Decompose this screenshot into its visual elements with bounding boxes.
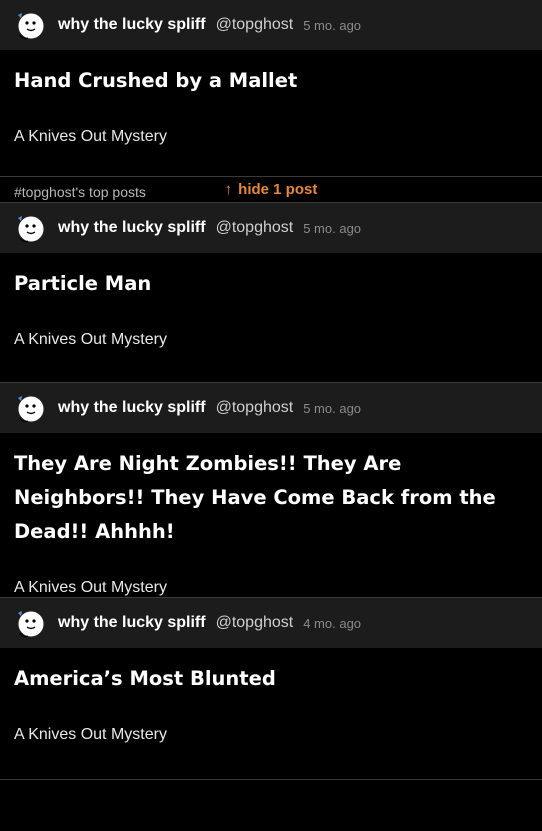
- post-header: why the lucky spliff @topghost 5 mo. ago: [0, 0, 542, 50]
- post-timestamp[interactable]: 5 mo. ago: [303, 18, 361, 33]
- post-timestamp[interactable]: 5 mo. ago: [303, 401, 361, 416]
- user-handle[interactable]: @topghost: [216, 219, 294, 237]
- avatar-icon[interactable]: [14, 9, 46, 41]
- post-title[interactable]: Particle Man: [14, 253, 528, 301]
- post-title[interactable]: America’s Most Blunted: [14, 648, 528, 696]
- user-handle[interactable]: @topghost: [216, 399, 294, 417]
- post-title[interactable]: Hand Crushed by a Mallet: [14, 50, 528, 98]
- post-timestamp[interactable]: 4 mo. ago: [303, 616, 361, 631]
- post-body: America’s Most Blunted A Knives Out Myst…: [0, 648, 542, 744]
- post-header: why the lucky spliff @topghost 4 mo. ago: [0, 598, 542, 648]
- hide-posts-label: hide 1 post: [238, 181, 318, 198]
- post-header: why the lucky spliff @topghost 5 mo. ago: [0, 383, 542, 433]
- avatar-icon[interactable]: [14, 392, 46, 424]
- post-card[interactable]: why the lucky spliff @topghost 4 mo. ago…: [0, 598, 542, 780]
- post-card[interactable]: why the lucky spliff @topghost 5 mo. ago…: [0, 203, 542, 383]
- post-subtitle: A Knives Out Mystery: [14, 331, 167, 348]
- post-body: Particle Man A Knives Out Mystery: [0, 253, 542, 349]
- arrow-up-icon: ↑: [224, 181, 233, 198]
- post-title[interactable]: They Are Night Zombies!! They Are Neighb…: [14, 433, 528, 549]
- display-name[interactable]: why the lucky spliff: [58, 399, 206, 417]
- display-name[interactable]: why the lucky spliff: [58, 614, 206, 632]
- avatar-icon[interactable]: [14, 212, 46, 244]
- avatar-icon[interactable]: [14, 607, 46, 639]
- post-header: why the lucky spliff @topghost 5 mo. ago: [0, 203, 542, 253]
- post-subtitle: A Knives Out Mystery: [14, 726, 167, 743]
- user-handle[interactable]: @topghost: [216, 16, 294, 34]
- post-card[interactable]: why the lucky spliff @topghost 5 mo. ago…: [0, 383, 542, 598]
- post-subtitle: A Knives Out Mystery: [14, 128, 167, 145]
- display-name[interactable]: why the lucky spliff: [58, 16, 206, 34]
- user-handle[interactable]: @topghost: [216, 614, 294, 632]
- post-body: They Are Night Zombies!! They Are Neighb…: [0, 433, 542, 597]
- post-card[interactable]: why the lucky spliff @topghost 5 mo. ago…: [0, 0, 542, 200]
- display-name[interactable]: why the lucky spliff: [58, 219, 206, 237]
- post-timestamp[interactable]: 5 mo. ago: [303, 221, 361, 236]
- post-subtitle: A Knives Out Mystery: [14, 579, 167, 596]
